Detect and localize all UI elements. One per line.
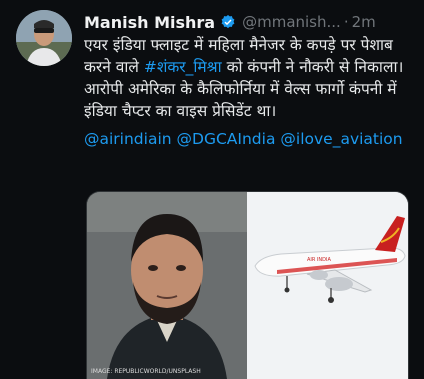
verified-badge-icon xyxy=(221,15,235,29)
man-portrait-graphic xyxy=(87,192,247,379)
author-handle[interactable]: @mmanish... xyxy=(242,13,341,31)
mention-link[interactable]: @DGCAIndia xyxy=(177,130,276,148)
separator-dot: · xyxy=(343,13,349,31)
author-name[interactable]: Manish Mishra xyxy=(84,13,215,32)
mention-link[interactable]: @ilove_aviation xyxy=(280,130,402,148)
tweet-paragraph-2: आरोपी अमेरिका के कैलिफोर्निया में वेल्स … xyxy=(84,80,397,120)
air-india-airplane-image[interactable]: AIR INDIA xyxy=(247,192,408,379)
tweet-header: Manish Mishra @mmanish... · 2m xyxy=(84,10,416,34)
avatar-photo xyxy=(16,10,72,66)
tweet-text: एयर इंडिया फ्लाइट में महिला मैनेजर के कप… xyxy=(84,34,420,150)
avatar[interactable] xyxy=(16,10,72,66)
tweet-paragraph-1: एयर इंडिया फ्लाइट में महिला मैनेजर के कप… xyxy=(84,34,420,78)
hashtag-link[interactable]: #शंकर_मिश्रा xyxy=(144,58,222,76)
man-portrait-image[interactable]: IMAGE: REPUBLICWORLD/UNSPLASH xyxy=(87,192,247,379)
airplane-graphic: AIR INDIA xyxy=(247,192,408,379)
tweet-media[interactable]: IMAGE: REPUBLICWORLD/UNSPLASH AIR INDIA xyxy=(86,191,409,379)
image-credit: IMAGE: REPUBLICWORLD/UNSPLASH xyxy=(91,368,201,375)
svg-text:AIR INDIA: AIR INDIA xyxy=(307,257,331,263)
tweet-text-line1-tail: को कंपनी ने नौकरी से निकाला। xyxy=(221,58,404,76)
timestamp[interactable]: 2m xyxy=(352,13,376,31)
mention-link[interactable]: @airindiain xyxy=(84,130,172,148)
mentions: @airindiain @DGCAIndia @ilove_aviation xyxy=(84,128,420,150)
